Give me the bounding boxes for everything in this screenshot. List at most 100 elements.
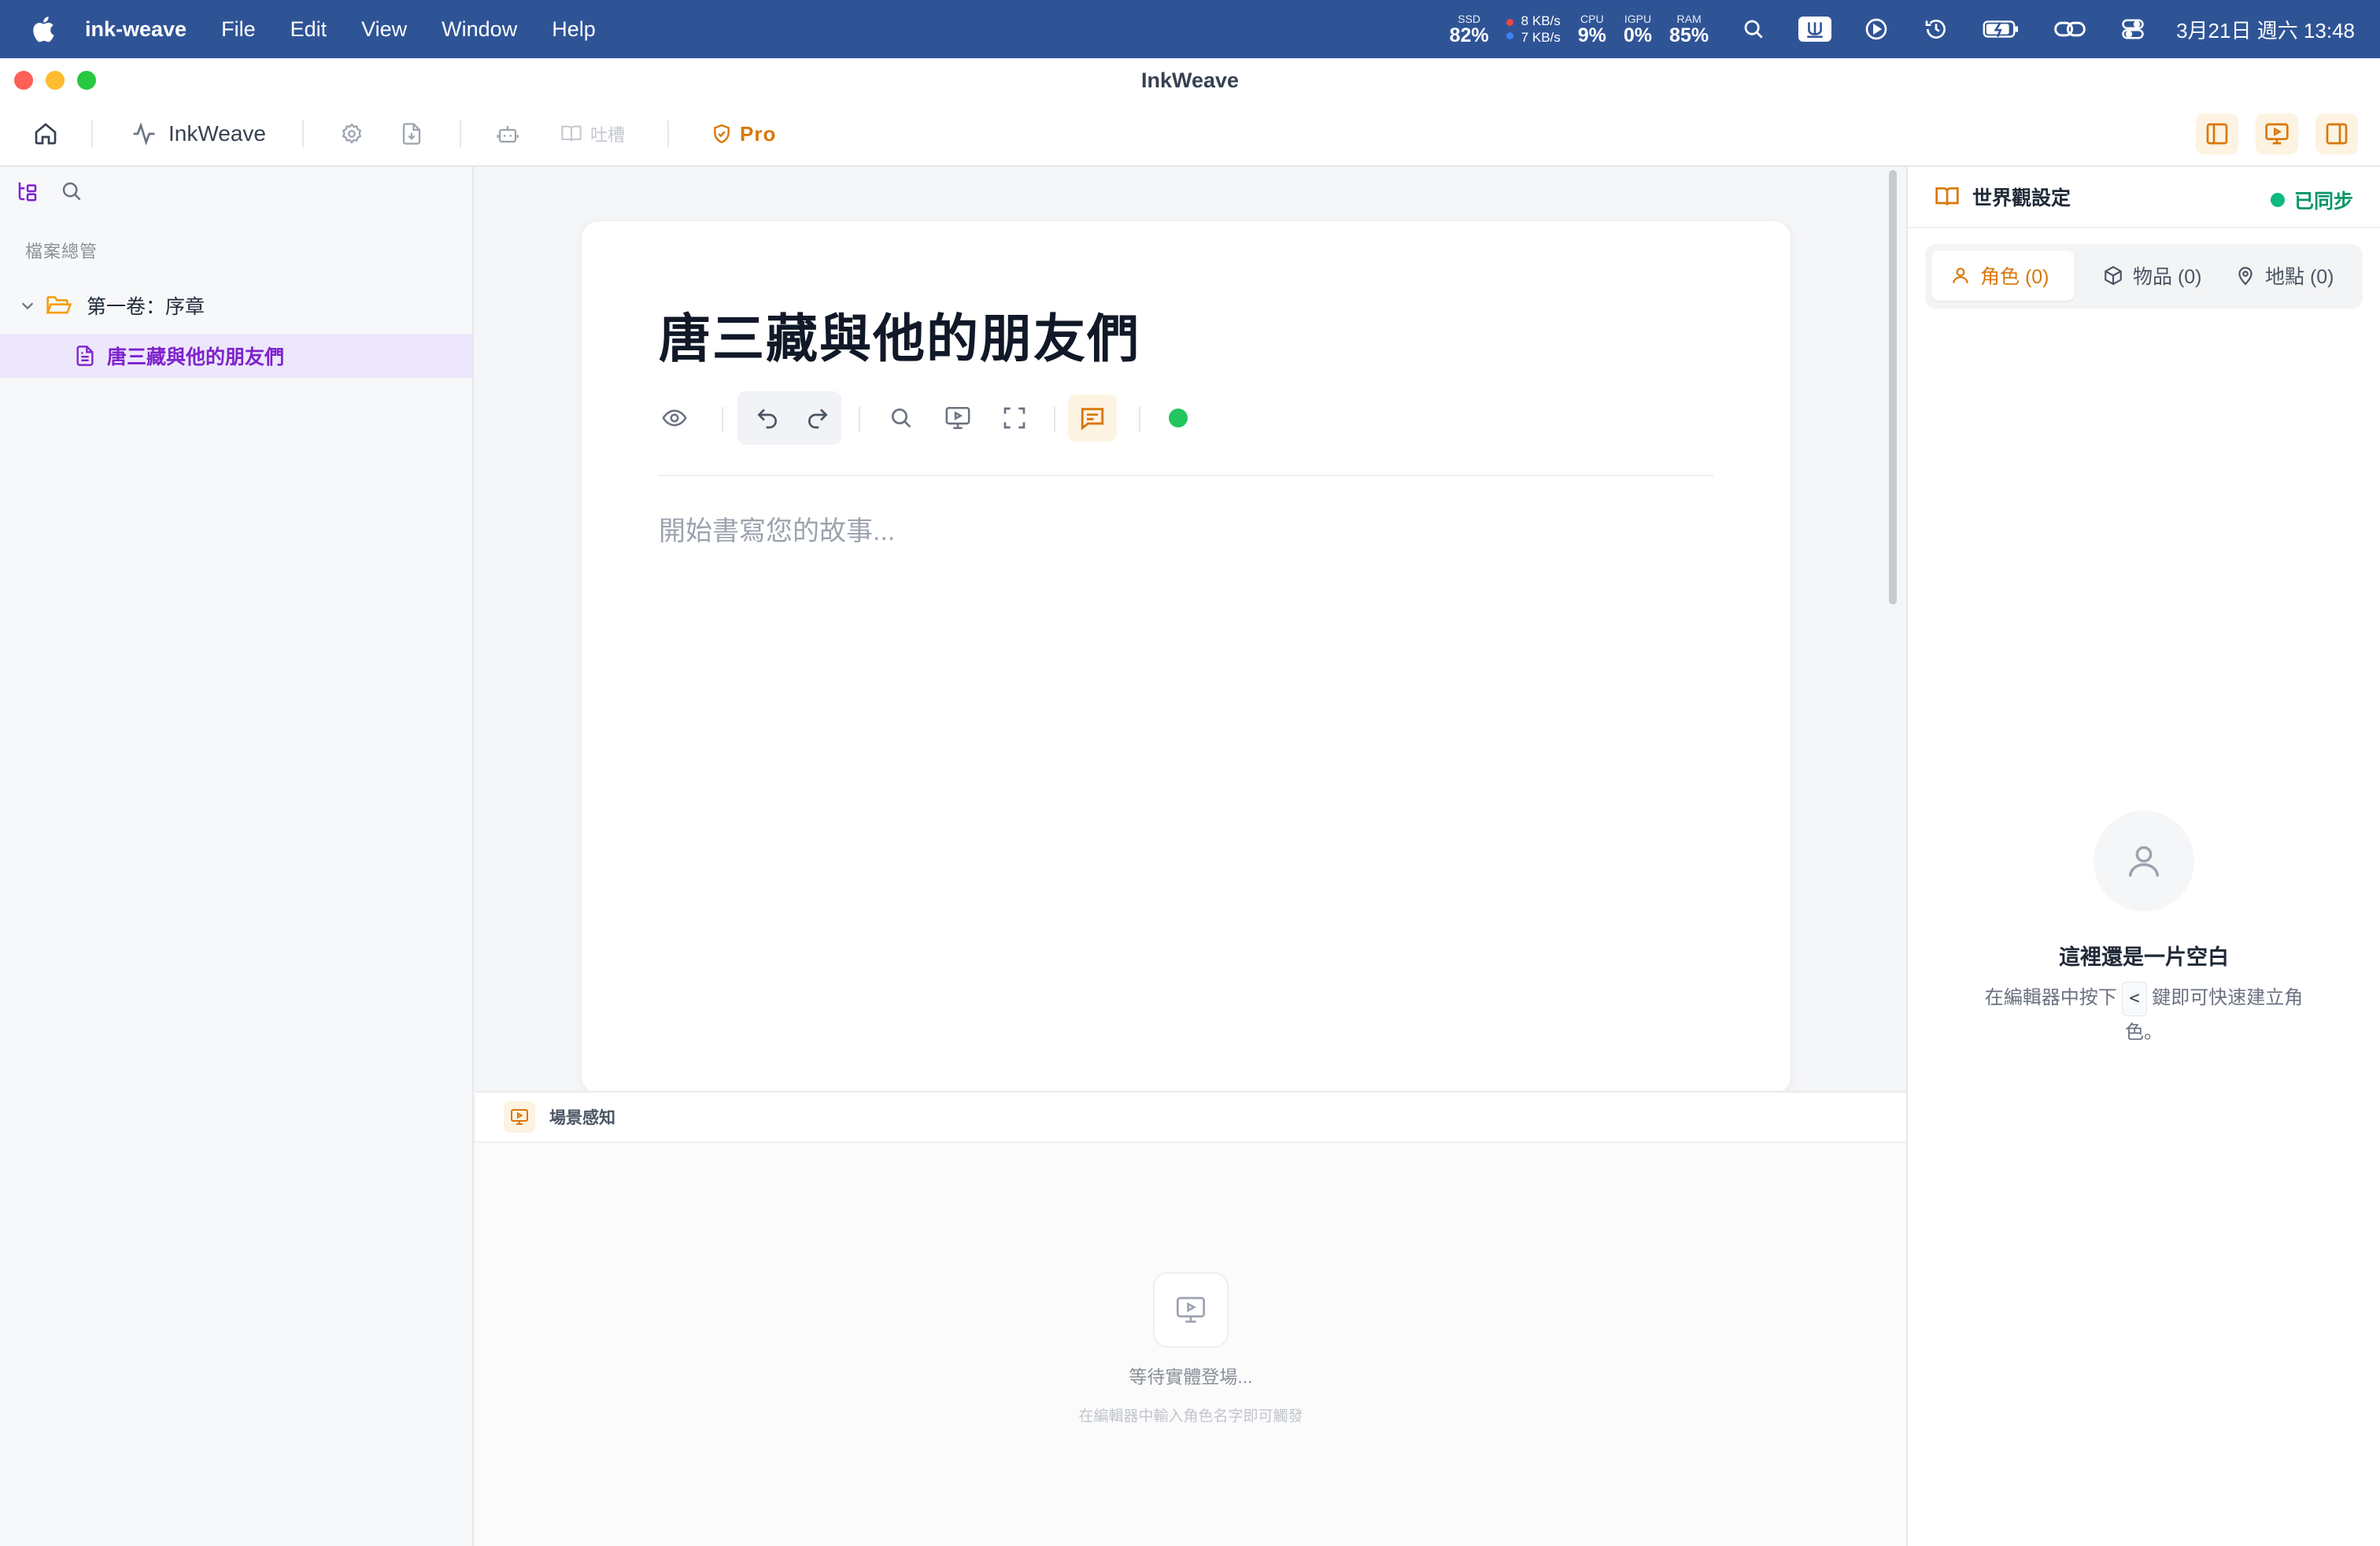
app-window: InkWeave InkWeave 吐槽 Pro 檔案總管 第一卷：序章 唐三藏… (0, 58, 2380, 1546)
toggle-left-panel-button[interactable] (2196, 113, 2238, 154)
scene-empty-title: 等待實體登場... (1129, 1367, 1253, 1387)
search-icon[interactable] (1739, 14, 1768, 44)
editor-placeholder[interactable]: 開始書寫您的故事... (659, 509, 895, 548)
scene-empty-hint: 在編輯器中輸入角色名字即可觸發 (1078, 1408, 1303, 1425)
empty-state-description: 在編輯器中按下 < 鍵即可快速建立角色。 (1971, 982, 2317, 1049)
scene-badge (504, 1101, 535, 1133)
tab-locations[interactable]: 地點 (0) (2235, 250, 2334, 301)
worldview-header: 世界觀設定 已同步 (1908, 167, 2380, 228)
undo-icon (757, 409, 777, 429)
empty-state-title: 這裡還是一片空白 (2059, 945, 2229, 969)
menubar-clock[interactable]: 3月21日 週六 13:48 (2176, 15, 2355, 44)
gpu-stat[interactable]: IGPU 0% (1624, 13, 1652, 46)
home-button[interactable] (33, 121, 58, 146)
empty-desc-pre: 在編輯器中按下 (1984, 987, 2117, 1008)
activity-icon (133, 122, 155, 146)
settings-button[interactable] (340, 122, 364, 146)
menu-view[interactable]: View (361, 17, 407, 42)
time-machine-icon[interactable] (1921, 14, 1951, 44)
tucao-label: 吐槽 (590, 125, 626, 145)
ai-assistant-button[interactable] (496, 122, 519, 146)
monitor-play-icon (1177, 1296, 1205, 1323)
input-method-icon[interactable] (1798, 17, 1832, 42)
tab-characters[interactable]: 角色 (0) (1931, 250, 2075, 301)
control-center-icon[interactable] (2118, 14, 2148, 44)
editor-scrollbar[interactable] (1889, 170, 1897, 605)
toggle-right-panel-button[interactable] (2315, 113, 2358, 154)
ssd-label: SSD (1458, 12, 1481, 25)
zoom-window-button[interactable] (77, 71, 96, 90)
network-stat[interactable]: 8 KB/s 7 KB/s (1506, 13, 1561, 46)
scene-empty-state: 等待實體登場... 在編輯器中輸入角色名字即可觸發 (475, 1093, 1906, 1546)
shield-check-icon (714, 124, 730, 144)
comment-button[interactable] (1072, 398, 1113, 438)
menu-edit[interactable]: Edit (290, 17, 327, 42)
box-icon (2105, 265, 2122, 286)
tucao-button[interactable]: 吐槽 (560, 121, 625, 146)
search-icon[interactable] (60, 179, 83, 203)
apple-logo-icon[interactable] (30, 14, 55, 44)
ssd-value: 82% (1449, 24, 1489, 46)
tab-items[interactable]: 物品 (0) (2103, 250, 2202, 301)
eye-icon (662, 409, 687, 427)
menu-file[interactable]: File (221, 17, 256, 42)
editor-toolbar-divider (722, 407, 723, 432)
tree-file-label: 唐三藏與他的朋友們 (107, 346, 285, 368)
worldview-title: 世界觀設定 (1972, 187, 2071, 209)
menu-window[interactable]: Window (442, 17, 517, 42)
user-icon (2128, 845, 2160, 877)
robot-icon (497, 126, 519, 143)
ssd-stat[interactable]: SSD 82% (1450, 13, 1489, 46)
pro-button[interactable]: Pro (711, 122, 776, 146)
undo-button[interactable] (747, 398, 788, 438)
find-button[interactable] (881, 398, 922, 438)
tree-folder-volume-1[interactable]: 第一卷：序章 (19, 291, 205, 320)
close-window-button[interactable] (14, 71, 33, 90)
battery-charging-icon[interactable] (1981, 14, 2022, 44)
fullscreen-button[interactable] (994, 398, 1035, 438)
menu-help[interactable]: Help (552, 17, 596, 42)
play-circle-icon[interactable] (1861, 14, 1891, 44)
tree-file-item[interactable]: 唐三藏與他的朋友們 (0, 334, 472, 378)
worldview-tabs: 角色 (0) 物品 (0) 地點 (0) (1925, 244, 2363, 309)
shortcut-key: < (2122, 982, 2147, 1016)
toolbar-divider (460, 120, 461, 147)
net-download-rate: 7 KB/s (1521, 30, 1561, 45)
explorer-section-title: 檔案總管 (25, 242, 98, 261)
folder-open-icon (46, 296, 72, 314)
window-controls (14, 71, 96, 90)
file-tree-icon[interactable] (16, 179, 39, 203)
tab-locations-label: 地點 (0) (2265, 266, 2334, 288)
cpu-stat[interactable]: CPU 9% (1578, 13, 1606, 46)
book-open-icon (1935, 187, 1959, 205)
redo-button[interactable] (797, 398, 838, 438)
panel-right-icon (2326, 123, 2348, 145)
main-toolbar: InkWeave 吐槽 Pro (0, 102, 2380, 167)
toolbar-divider (302, 120, 304, 147)
link-icon[interactable] (2052, 14, 2088, 44)
editor-toolbar-divider (1139, 407, 1140, 432)
worldview-panel: 世界觀設定 已同步 角色 (0) 物品 (0) 地點 (0) 這裡還是一片空白 … (1906, 167, 2380, 1546)
document-title[interactable]: 唐三藏與他的朋友們 (659, 297, 1140, 372)
chevron-down-icon[interactable] (19, 297, 36, 314)
monitor-play-icon (511, 1109, 528, 1125)
app-menu-name[interactable]: ink-weave (85, 17, 187, 42)
presentation-button[interactable] (937, 398, 978, 438)
brand-button[interactable]: InkWeave (131, 121, 266, 146)
file-text-icon (76, 346, 94, 366)
window-title: InkWeave (1140, 68, 1240, 92)
net-upload-rate: 8 KB/s (1521, 13, 1561, 28)
sidebar-header (16, 179, 83, 203)
pro-label: Pro (740, 121, 777, 146)
ram-stat[interactable]: RAM 85% (1669, 13, 1709, 46)
export-button[interactable] (400, 122, 423, 146)
tree-folder-label: 第一卷：序章 (87, 296, 205, 318)
toggle-scene-panel-button[interactable] (2256, 113, 2298, 154)
preview-button[interactable] (654, 398, 695, 438)
minimize-window-button[interactable] (46, 71, 65, 90)
sync-status-dot (2270, 193, 2285, 207)
monitor-play-icon (945, 406, 970, 430)
scene-panel-title: 場景感知 (549, 1109, 615, 1127)
ram-label: RAM (1676, 12, 1702, 25)
window-titlebar[interactable]: InkWeave (0, 58, 2380, 102)
